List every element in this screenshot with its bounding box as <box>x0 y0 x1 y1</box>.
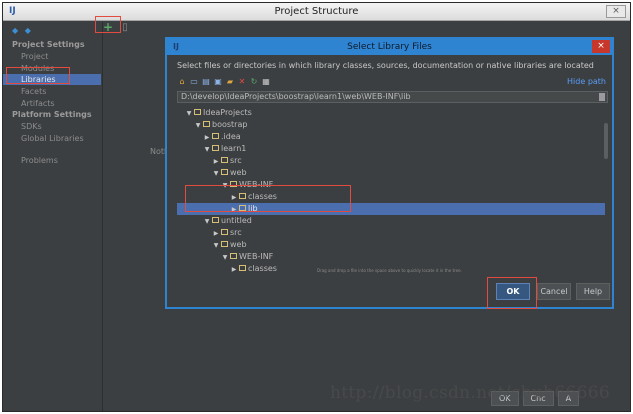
annotation-box-lib-folder <box>185 185 351 212</box>
sidebar-item-sdks[interactable]: SDKs <box>3 121 101 132</box>
dialog-close-button[interactable]: × <box>592 40 610 53</box>
tree-scrollbar[interactable] <box>604 123 608 159</box>
dialog-instructions: Select files or directories in which lib… <box>177 61 594 70</box>
annotation-box-libraries <box>6 67 70 84</box>
folder-icon <box>212 144 219 151</box>
annotation-box-ok <box>487 277 537 309</box>
folder-icon <box>230 252 237 259</box>
folder-icon <box>221 228 228 235</box>
cancel-button[interactable]: Cancel <box>537 283 571 300</box>
show-hidden-icon[interactable]: ▦ <box>261 77 271 86</box>
tree-node-label: web <box>230 240 247 249</box>
tree-node-label: IdeaProjects <box>203 108 252 117</box>
dialog-titlebar: IJ Select Library Files × <box>167 39 612 55</box>
folder-icon <box>212 132 219 139</box>
tree-node-label: src <box>230 156 242 165</box>
module-icon[interactable]: ▣ <box>213 77 223 86</box>
tree-node-label: web <box>230 168 247 177</box>
tree-node[interactable]: ▼ untitled <box>177 215 605 227</box>
window-close-button[interactable]: × <box>606 5 626 18</box>
new-folder-icon[interactable]: ▰ <box>225 77 235 86</box>
folder-icon <box>221 168 228 175</box>
dialog-title: Select Library Files <box>347 42 432 52</box>
tree-node[interactable]: ▼ IdeaProjects <box>177 107 605 119</box>
project-settings-heading: Project Settings <box>12 40 85 49</box>
tree-node[interactable]: ▼ learn1 <box>177 143 605 155</box>
tree-node-label: src <box>230 228 242 237</box>
select-library-files-dialog: IJ Select Library Files × Select files o… <box>165 37 614 309</box>
tree-node-label: learn1 <box>221 144 247 153</box>
tree-node[interactable]: ▶ src <box>177 227 605 239</box>
dialog-toolbar: ⌂ ▭ ▤ ▣ ▰ ✕ ↻ ▦ <box>177 77 273 87</box>
sidebar-item-artifacts[interactable]: Artifacts <box>3 98 101 109</box>
tree-node-label: classes <box>248 264 277 272</box>
tree-node-label: boostrap <box>212 120 248 129</box>
sidebar-item-problems[interactable]: Problems <box>3 155 101 166</box>
folder-icon <box>221 156 228 163</box>
path-input[interactable]: D:\develop\IdeaProjects\boostrap\learn1\… <box>177 91 608 103</box>
help-button[interactable]: Help <box>576 283 610 300</box>
tree-node[interactable]: ▶ src <box>177 155 605 167</box>
watermark-text: http://blog.csdn.net/chuh66666 <box>330 383 611 403</box>
drag-drop-hint: Drag and drop a file into the space abov… <box>317 268 462 273</box>
tree-node-label: untitled <box>221 216 252 225</box>
refresh-icon[interactable]: ↻ <box>249 77 259 86</box>
collapsed-arrow-icon[interactable]: ▶ <box>230 264 238 272</box>
platform-settings-heading: Platform Settings <box>12 110 92 119</box>
tree-node-label: .idea <box>221 132 241 141</box>
back-forward-icon[interactable]: ◆ ◆ <box>12 26 33 35</box>
delete-icon[interactable]: ✕ <box>237 77 247 86</box>
folder-icon <box>194 108 201 115</box>
home-icon[interactable]: ⌂ <box>177 77 187 86</box>
tree-node-label: WEB-INF <box>239 252 274 261</box>
annotation-box-add <box>95 16 121 33</box>
tree-node[interactable]: ▶ .idea <box>177 131 605 143</box>
folder-icon <box>212 216 219 223</box>
path-value: D:\develop\IdeaProjects\boostrap\learn1\… <box>181 92 411 101</box>
sidebar-item-global-libraries[interactable]: Global Libraries <box>3 133 101 144</box>
folder-icon <box>239 264 246 271</box>
hide-path-link[interactable]: Hide path <box>567 77 606 86</box>
project-icon[interactable]: ▤ <box>201 77 211 86</box>
path-history-icon[interactable] <box>599 93 605 101</box>
folder-icon <box>203 120 210 127</box>
sidebar-item-project[interactable]: Project <box>3 51 101 62</box>
tree-node[interactable]: ▼ boostrap <box>177 119 605 131</box>
desktop-icon[interactable]: ▭ <box>189 77 199 86</box>
tree-node[interactable]: ▼ WEB-INF <box>177 251 605 263</box>
tree-node[interactable]: ▼ web <box>177 167 605 179</box>
folder-icon <box>221 240 228 247</box>
sidebar-item-facets[interactable]: Facets <box>3 86 101 97</box>
tree-node[interactable]: ▼ web <box>177 239 605 251</box>
